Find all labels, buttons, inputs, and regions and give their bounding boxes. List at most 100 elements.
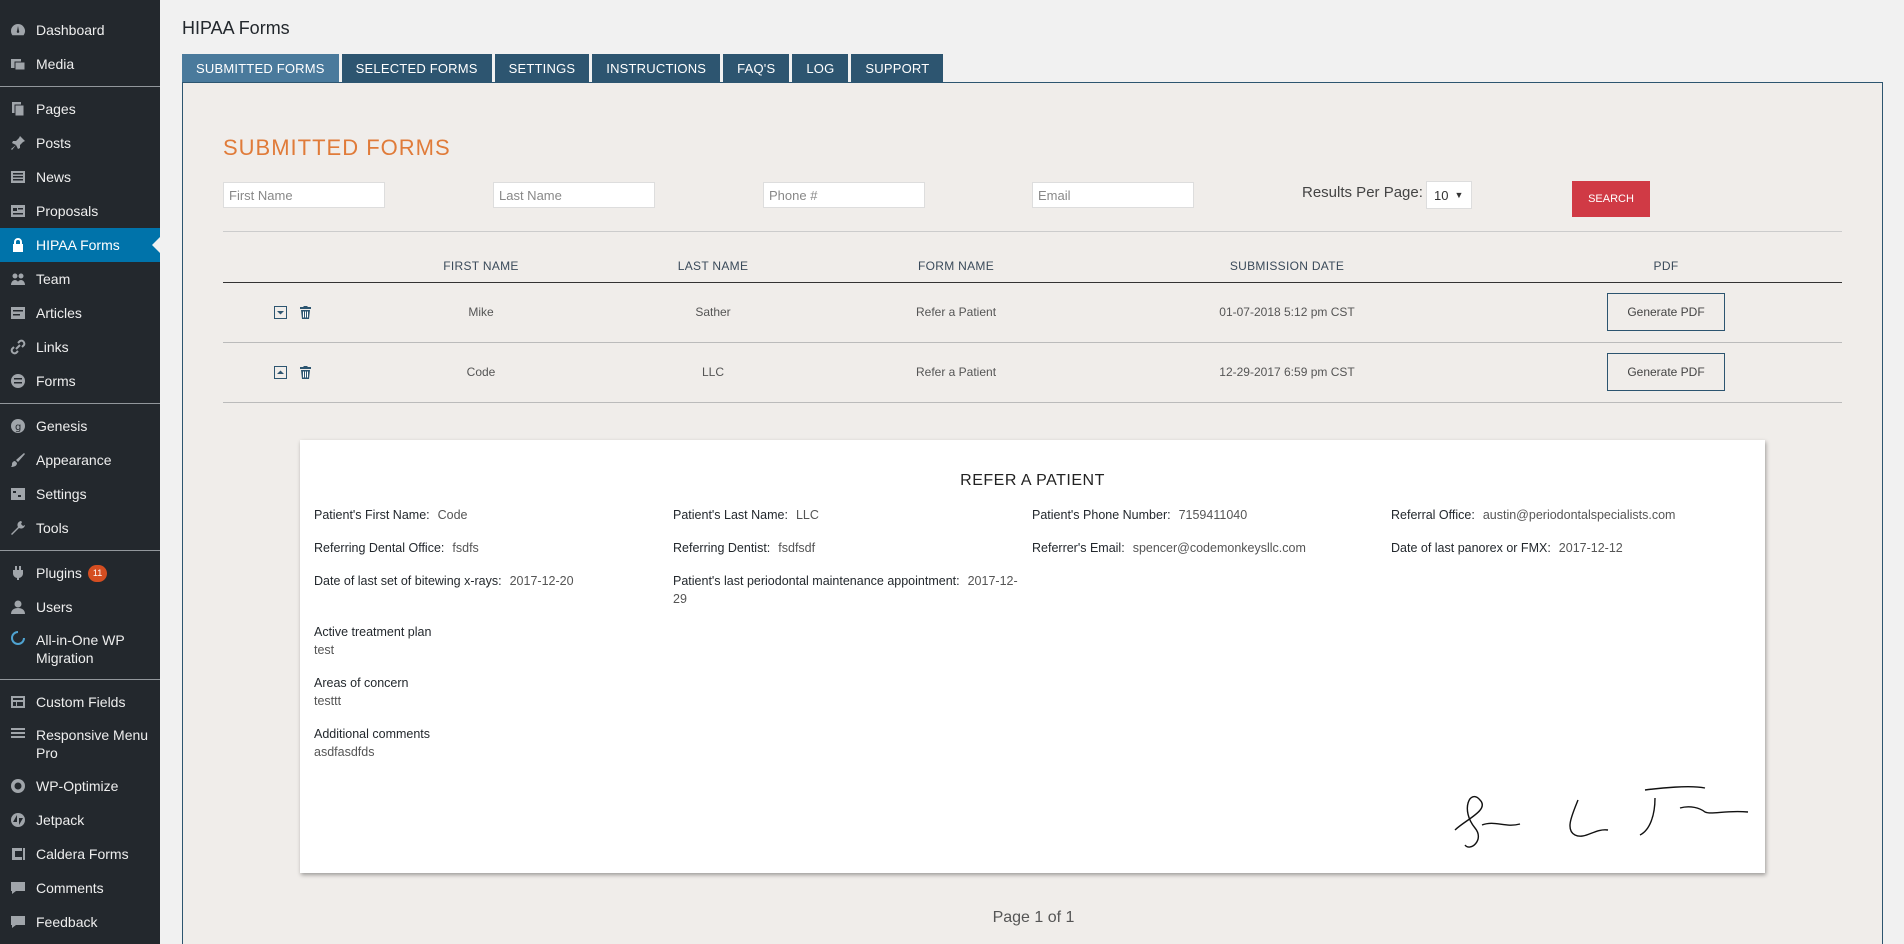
cell-first-name: Code — [466, 365, 496, 379]
field-additional-comments: Additional comments asdfasdfds — [314, 725, 430, 761]
tab-settings[interactable]: SETTINGS — [494, 54, 590, 82]
sidebar-item-links[interactable]: Links — [0, 330, 160, 364]
email-input[interactable] — [1032, 182, 1194, 208]
field-patient-phone: Patient's Phone Number: 7159411040 — [1032, 506, 1247, 524]
wrench-icon — [9, 519, 27, 537]
tab-selected-forms[interactable]: SELECTED FORMS — [341, 54, 492, 82]
tab-log[interactable]: LOG — [792, 54, 849, 82]
sidebar-item-caldera-forms[interactable]: Caldera Forms — [0, 837, 160, 871]
sidebar-item-users[interactable]: Users — [0, 590, 160, 624]
sidebar-item-feedback[interactable]: Feedback — [0, 905, 160, 939]
sidebar-item-label: News — [36, 169, 72, 185]
sidebar-item-pages[interactable]: Pages — [0, 92, 160, 126]
first-name-input[interactable] — [223, 182, 385, 208]
sidebar-item-plugins[interactable]: Plugins 11 — [0, 556, 160, 590]
migration-icon — [9, 629, 27, 647]
sidebar-item-label: Comments — [36, 880, 104, 896]
sidebar-item-label: Appearance — [36, 452, 112, 468]
cell-submission-date: 01-07-2018 5:12 pm CST — [1219, 305, 1355, 319]
tab-faqs[interactable]: FAQ'S — [723, 54, 790, 82]
tab-support[interactable]: SUPPORT — [851, 54, 944, 82]
caldera-icon — [9, 845, 27, 863]
cell-last-name: LLC — [701, 365, 725, 379]
sidebar-item-label: Media — [36, 56, 75, 72]
sidebar-item-proposals[interactable]: Proposals — [0, 194, 160, 228]
tab-instructions[interactable]: INSTRUCTIONS — [592, 54, 721, 82]
sidebar-item-posts[interactable]: Posts — [0, 126, 160, 160]
field-value: spencer@codemonkeysllc.com — [1132, 541, 1306, 555]
sidebar-item-settings[interactable]: Settings — [0, 477, 160, 511]
sidebar-item-label: Team — [36, 271, 71, 287]
results-per-page-select[interactable]: 10 ▼ — [1426, 181, 1472, 209]
sidebar-item-responsive-menu-pro[interactable]: Responsive Menu Pro — [0, 719, 160, 769]
tab-submitted-forms[interactable]: SUBMITTED FORMS — [182, 54, 339, 82]
field-areas-of-concern: Areas of concern testtt — [314, 674, 409, 710]
field-label: Date of last set of bitewing x-rays: — [314, 574, 502, 588]
sidebar-item-label: Articles — [36, 305, 82, 321]
sidebar-item-label: Jetpack — [36, 812, 85, 828]
sidebar-item-custom-fields[interactable]: Custom Fields — [0, 685, 160, 719]
field-value: LLC — [795, 508, 819, 522]
field-panorex-date: Date of last panorex or FMX: 2017-12-12 — [1391, 539, 1623, 557]
field-value: testtt — [314, 694, 342, 708]
sidebar-item-label: Proposals — [36, 203, 99, 219]
optimize-icon — [9, 777, 27, 795]
menu-separator — [0, 550, 160, 551]
sidebar-item-label: Caldera Forms — [36, 846, 129, 862]
sidebar-item-comments[interactable]: Comments — [0, 871, 160, 905]
expand-icon[interactable] — [274, 306, 287, 319]
field-value: asdfasdfds — [314, 745, 375, 759]
trash-icon[interactable] — [299, 366, 312, 379]
form-title: REFER A PATIENT — [960, 472, 1105, 489]
sidebar-item-label: Dashboard — [36, 22, 105, 38]
field-label: Patient's last periodontal maintenance a… — [673, 574, 960, 588]
lock-icon — [9, 236, 27, 254]
sidebar-item-jetpack[interactable]: Jetpack — [0, 803, 160, 837]
signature-image — [1454, 786, 1749, 848]
column-header-form-name: FORM NAME — [917, 259, 995, 273]
dashboard-icon — [9, 21, 27, 39]
trash-icon[interactable] — [299, 306, 312, 319]
phone-input[interactable] — [763, 182, 925, 208]
field-patient-first-name: Patient's First Name: Code — [314, 506, 468, 524]
field-value: fsdfs — [452, 541, 479, 555]
sidebar-item-articles[interactable]: Articles — [0, 296, 160, 330]
sidebar-item-news[interactable]: News — [0, 160, 160, 194]
sidebar-item-forms[interactable]: Forms — [0, 364, 160, 398]
generate-pdf-button[interactable]: Generate PDF — [1607, 293, 1725, 331]
sidebar-item-team[interactable]: Team — [0, 262, 160, 296]
field-value: Code — [437, 508, 468, 522]
sidebar-item-label: Links — [36, 339, 69, 355]
sidebar-item-all-in-one-wp-migration[interactable]: All-in-One WP Migration — [0, 624, 160, 674]
search-button[interactable]: SEARCH — [1572, 181, 1650, 217]
table-row: Code LLC Refer a Patient 12-29-2017 6:59… — [223, 343, 1842, 403]
field-label: Patient's Last Name: — [673, 508, 788, 522]
forms-icon — [9, 372, 27, 390]
sidebar-item-appearance[interactable]: Appearance — [0, 443, 160, 477]
cell-submission-date: 12-29-2017 6:59 pm CST — [1219, 365, 1355, 379]
generate-pdf-button[interactable]: Generate PDF — [1607, 353, 1725, 391]
field-label: Additional comments — [314, 727, 431, 741]
sidebar-item-label: WP-Optimize — [36, 778, 119, 794]
sidebar-item-genesis[interactable]: g Genesis — [0, 409, 160, 443]
sidebar-item-wp-optimize[interactable]: WP-Optimize — [0, 769, 160, 803]
column-header-first-name: FIRST NAME — [443, 259, 519, 273]
field-referral-office: Referral Office: austin@periodontalspecia… — [1391, 506, 1675, 524]
field-label: Referring Dentist: — [673, 541, 771, 555]
media-icon — [9, 55, 27, 73]
sidebar-item-dashboard[interactable]: Dashboard — [0, 13, 160, 47]
sidebar-item-label: Forms — [36, 373, 76, 389]
submitted-forms-panel: SUBMITTED FORMS Results Per Page: 10 ▼ S… — [182, 82, 1883, 944]
collapse-icon[interactable] — [274, 366, 287, 379]
divider — [223, 231, 1842, 232]
feedback-icon — [9, 913, 27, 931]
sidebar-item-hipaa-forms[interactable]: HIPAA Forms — [0, 228, 160, 262]
sidebar-item-media[interactable]: Media — [0, 47, 160, 81]
plugin-icon — [9, 564, 27, 582]
custom-fields-icon — [9, 693, 27, 711]
sidebar-item-tools[interactable]: Tools — [0, 511, 160, 545]
field-label: Patient's Phone Number: — [1032, 508, 1171, 522]
last-name-input[interactable] — [493, 182, 655, 208]
news-icon — [9, 168, 27, 186]
brush-icon — [9, 451, 27, 469]
